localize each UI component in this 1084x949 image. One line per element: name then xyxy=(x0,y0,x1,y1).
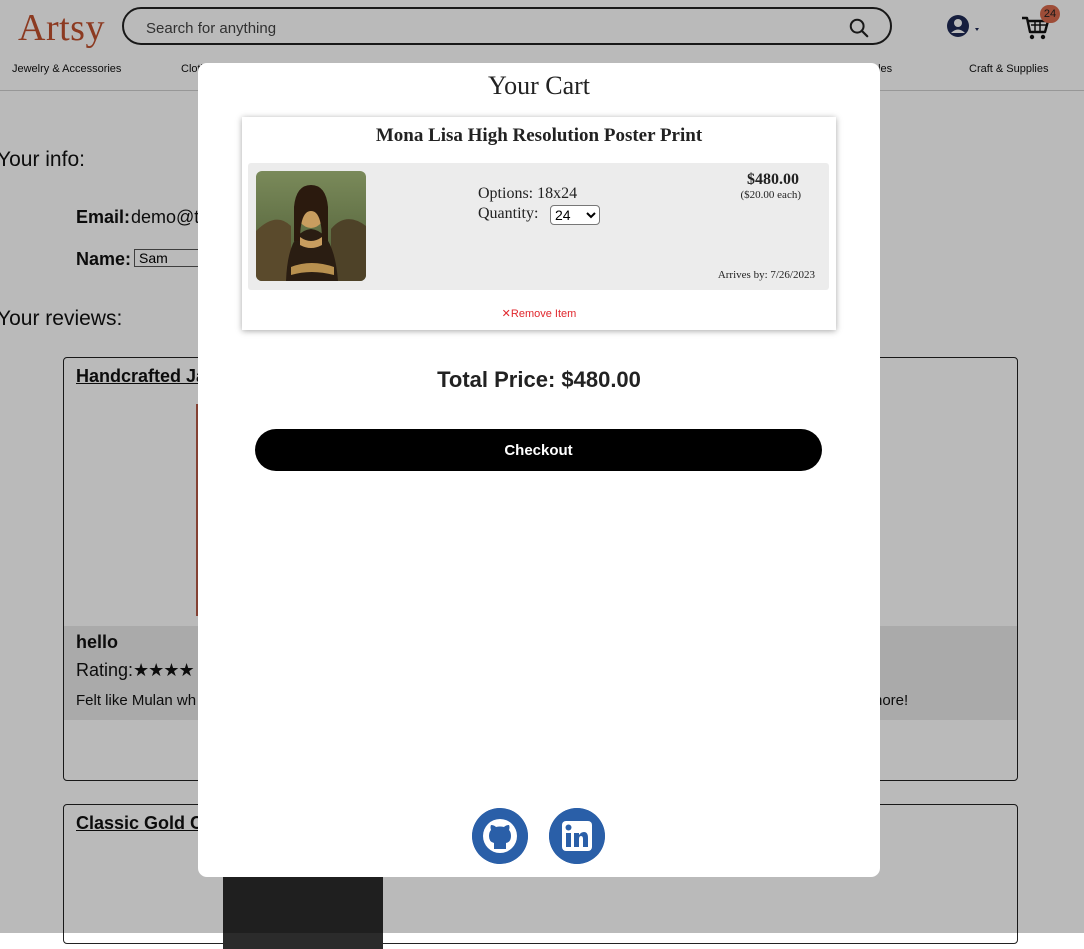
cart-modal: Your Cart Mona Lisa High Resolution Post… xyxy=(198,63,880,877)
mona-lisa-thumbnail xyxy=(256,171,366,281)
cart-item-name: Mona Lisa High Resolution Poster Print xyxy=(375,125,703,146)
arrival-date: Arrives by: 7/26/2023 xyxy=(717,269,815,281)
total-price: Total Price: $480.00 xyxy=(437,367,641,392)
item-options: Options: 18x24 xyxy=(478,185,578,202)
quantity-label: Quantity: xyxy=(478,205,539,222)
checkout-button[interactable]: Checkout xyxy=(255,429,822,471)
item-unit-price: ($20.00 each) xyxy=(740,189,801,201)
cart-item-row: Options: 18x24 Quantity: 24 $480.00 ($20… xyxy=(248,163,829,290)
remove-item-button[interactable]: ✕Remove Item xyxy=(242,307,836,320)
remove-item-label: Remove Item xyxy=(510,308,577,320)
close-icon: ✕ xyxy=(501,308,511,320)
quantity-select[interactable]: 24 xyxy=(550,205,600,225)
item-price: $480.00 xyxy=(747,171,799,188)
cart-title: Your Cart xyxy=(487,71,591,100)
github-icon[interactable] xyxy=(472,808,528,864)
linkedin-icon[interactable] xyxy=(549,808,605,864)
cart-item-card: Mona Lisa High Resolution Poster Print O… xyxy=(242,117,836,330)
